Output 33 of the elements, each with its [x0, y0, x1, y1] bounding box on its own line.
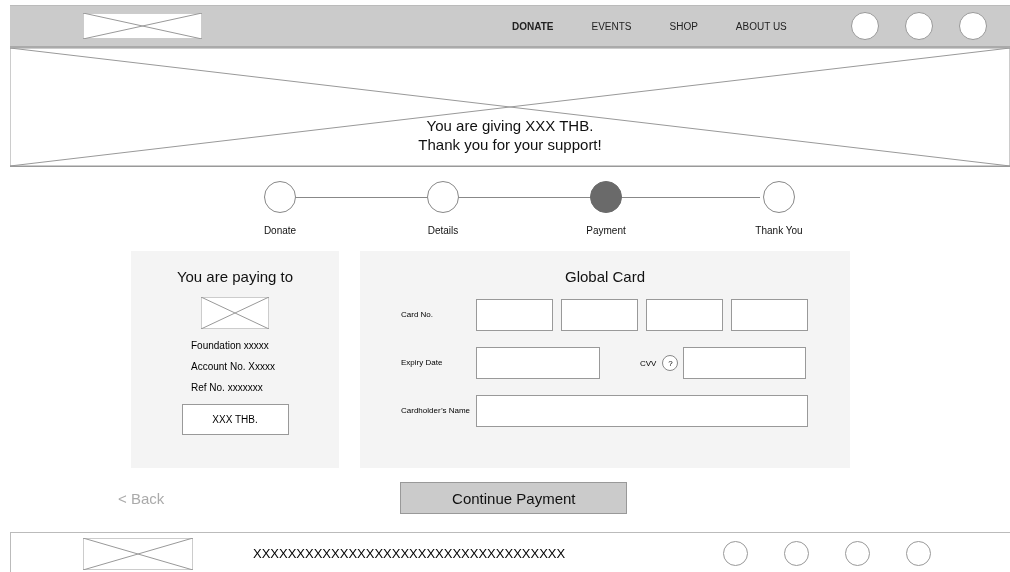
field-label: Expiry Date: [401, 358, 444, 368]
help-button[interactable]: ?: [662, 355, 679, 371]
step-label: Thank You: [755, 225, 803, 236]
payee-detail: Foundation xxxxx: [191, 339, 270, 353]
field-label: CVV: [640, 358, 657, 368]
image-placeholder: [201, 297, 269, 329]
hero-message: You are giving XXX THB. Thank you for your support!: [418, 116, 602, 155]
continue-payment-button[interactable]: Continue Payment: [400, 482, 628, 514]
input-field[interactable]: [646, 299, 723, 331]
icon-placeholder[interactable]: [958, 12, 987, 40]
input-field[interactable]: [683, 347, 807, 379]
nav-link[interactable]: SHOP: [669, 20, 698, 32]
input-field[interactable]: [476, 299, 553, 331]
payee-detail: Ref No. xxxxxxx: [191, 381, 264, 395]
nav-link[interactable]: ABOUT US: [735, 20, 787, 32]
payee-detail: Account No. Xxxxx: [191, 360, 275, 374]
nav-link[interactable]: DONATE: [512, 20, 554, 32]
panel-title: You are paying to: [176, 268, 294, 285]
step-label: Details: [427, 225, 459, 236]
input-field[interactable]: [561, 299, 638, 331]
input-field[interactable]: [476, 347, 600, 379]
step-label: Payment: [586, 225, 626, 236]
input-field[interactable]: [731, 299, 808, 331]
field-label: Cardholder’s Name: [401, 406, 472, 416]
step-label: Donate: [263, 225, 297, 236]
footer-text: XXXXXXXXXXXXXXXXXXXXXXXXXXXXXXXXXXXX: [253, 546, 566, 561]
icon-placeholder[interactable]: [850, 12, 879, 40]
input-field[interactable]: [476, 395, 808, 427]
icon-placeholder[interactable]: [904, 12, 933, 40]
amount-box: XXX THB.: [181, 404, 289, 435]
field-label: Card No.: [401, 310, 434, 320]
nav-link[interactable]: EVENTS: [591, 20, 632, 32]
form-title: Global Card: [564, 268, 645, 285]
